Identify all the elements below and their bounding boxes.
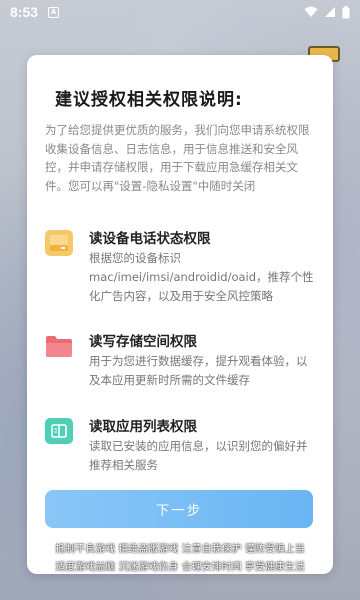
folder-icon [45, 333, 73, 359]
health-notice-line-2: 适度游戏益脑 沉迷游戏伤身 合理安排时间 享受健康生活 [55, 562, 305, 573]
next-button[interactable]: 下一步 [45, 490, 313, 528]
phone-state-icon [45, 230, 73, 256]
dialog-intro: 为了给您提供更优质的服务，我们向您申请系统权限收集设备信息、日志信息，用于信息推… [45, 123, 310, 193]
battery-icon [342, 5, 350, 18]
permission-desc: 根据您的设备标识mac/imei/imsi/androidid/oaid，推荐个… [89, 251, 314, 303]
app-list-icon [45, 418, 73, 444]
wifi-icon [304, 6, 318, 17]
permission-dialog: 建议授权相关权限说明: 为了给您提供更优质的服务，我们向您申请系统权限收集设备信… [27, 55, 333, 574]
permission-desc: 读取已安装的应用信息，以识别您的偏好并推荐相关服务 [89, 439, 308, 472]
permission-desc: 用于为您进行数据缓存，提升观看体验，以及本应用更新时所需的文件缓存 [89, 354, 308, 387]
status-icons [304, 5, 350, 19]
permission-name: 读设备电话状态权限 [89, 231, 211, 247]
permission-name: 读取应用列表权限 [89, 419, 197, 435]
dialog-title: 建议授权相关权限说明: [55, 90, 243, 110]
status-bar: 8:53 A [0, 0, 360, 24]
permission-name: 读写存储空间权限 [89, 334, 197, 350]
signal-icon [325, 7, 335, 17]
health-gaming-notice: 抵制不良游戏 拒绝盗版游戏 注意自我保护 谨防受骗上当 适度游戏益脑 沉迷游戏伤… [0, 541, 360, 577]
status-time: 8:53 [10, 4, 39, 20]
notification-icon: A [48, 6, 60, 18]
health-notice-line-1: 抵制不良游戏 拒绝盗版游戏 注意自我保护 谨防受骗上当 [55, 544, 305, 555]
